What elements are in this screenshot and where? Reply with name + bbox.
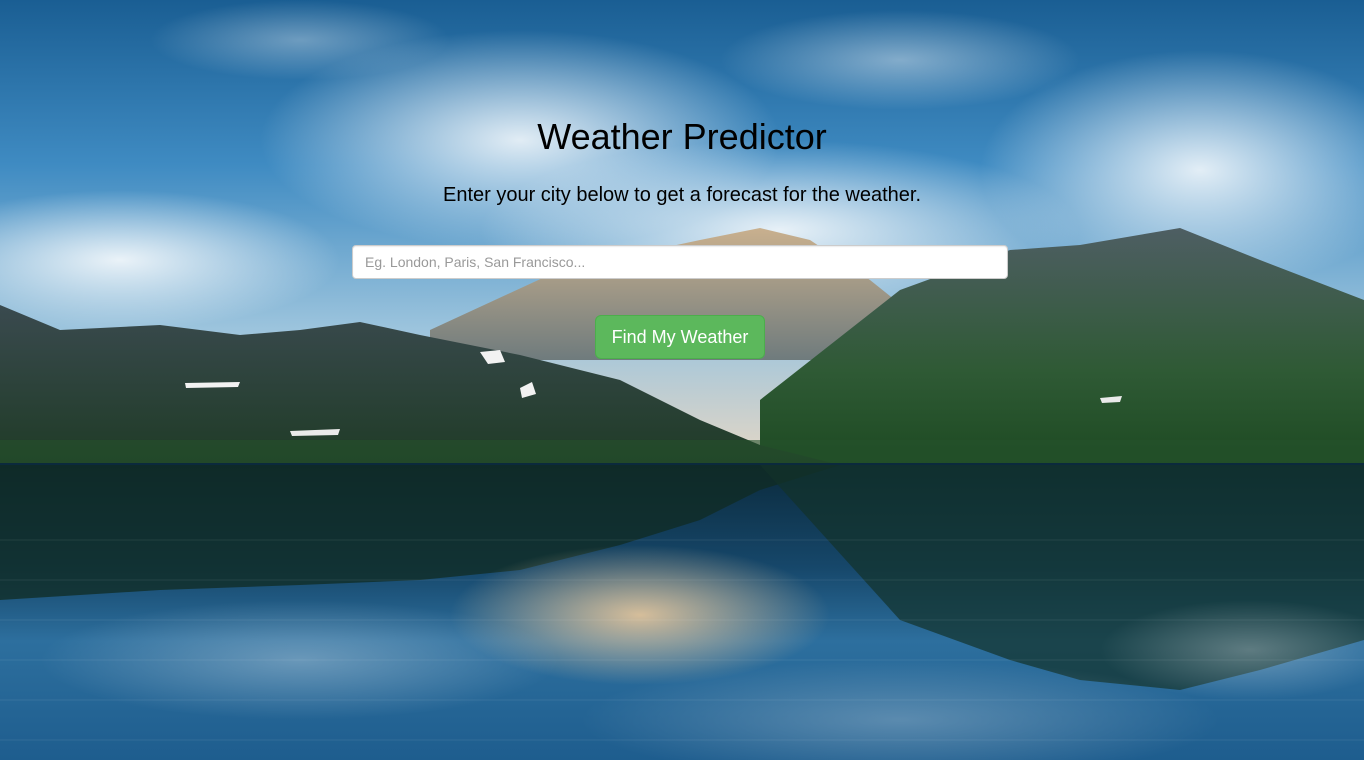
city-search-input[interactable] xyxy=(352,245,1008,279)
page-subtitle: Enter your city below to get a forecast … xyxy=(442,184,922,206)
hero-section: Weather Predictor Enter your city below … xyxy=(0,0,1364,760)
page-title: Weather Predictor xyxy=(537,116,827,157)
weather-predictor-page: Weather Predictor Enter your city below … xyxy=(0,0,1364,760)
find-my-weather-button[interactable]: Find My Weather xyxy=(595,315,765,359)
